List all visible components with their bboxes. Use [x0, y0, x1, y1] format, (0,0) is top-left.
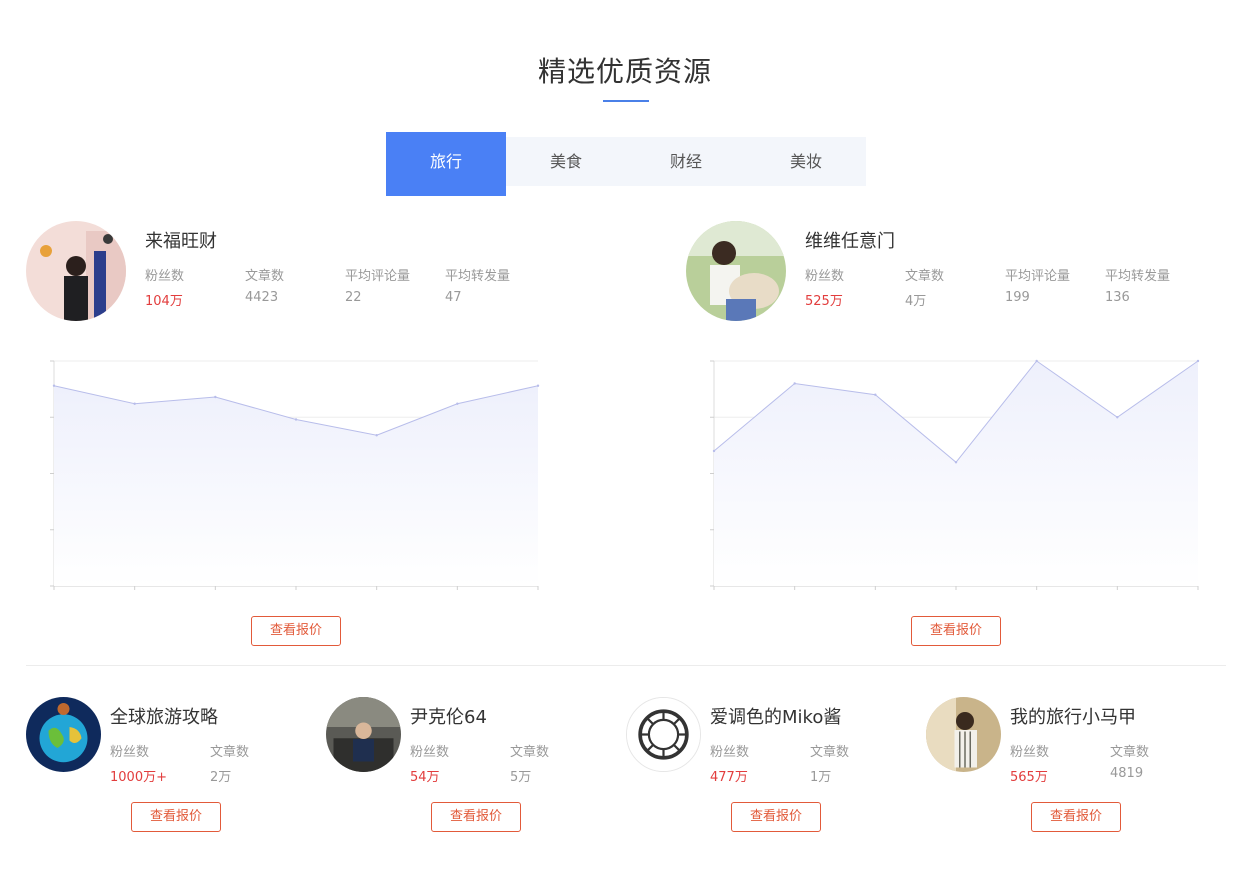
data-point: [294, 418, 298, 421]
fans-label: 粉丝数: [1010, 745, 1050, 760]
fans-value: 54万: [410, 770, 440, 785]
fans-label: 粉丝数: [710, 745, 750, 760]
divider: [26, 665, 1226, 666]
view-quote-button[interactable]: 查看报价: [251, 616, 341, 646]
section-title: 精选优质资源: [537, 55, 712, 88]
view-quote-button[interactable]: 查看报价: [431, 802, 521, 832]
avg-comments-value: 22: [345, 290, 362, 305]
view-quote-button[interactable]: 查看报价: [131, 802, 221, 832]
tab-finance[interactable]: 财经: [626, 137, 746, 186]
data-point: [456, 402, 459, 405]
category-tabs: 旅行 美食 财经 美妆: [386, 132, 866, 196]
articles-value: 4819: [1110, 766, 1144, 781]
tab-beauty[interactable]: 美妆: [746, 137, 866, 186]
view-quote-button[interactable]: 查看报价: [911, 616, 1001, 646]
data-point: [536, 384, 540, 387]
data-point: [133, 402, 136, 405]
series-area: [54, 385, 538, 586]
data-point: [1116, 416, 1119, 419]
fans-label: 粉丝数: [805, 269, 845, 284]
trend-chart: [710, 359, 1200, 590]
view-quote-button[interactable]: 查看报价: [731, 802, 821, 832]
fans-value: 104万: [145, 294, 183, 309]
fans-label: 粉丝数: [410, 745, 450, 760]
fans-value: 565万: [1010, 770, 1048, 785]
account-name[interactable]: 来福旺财: [145, 227, 217, 253]
avatar[interactable]: [26, 697, 101, 772]
fans-value: 1000万+: [110, 770, 167, 785]
avg-comments-label: 平均评论量: [345, 269, 411, 284]
articles-value: 2万: [210, 770, 232, 785]
avatar[interactable]: [626, 697, 701, 772]
articles-value: 5万: [510, 770, 532, 785]
avatar[interactable]: [326, 697, 401, 772]
avg-comments-label: 平均评论量: [1005, 269, 1071, 284]
data-point: [214, 395, 217, 399]
avg-shares-value: 47: [445, 290, 462, 305]
articles-label: 文章数: [810, 745, 850, 760]
avatar[interactable]: [686, 221, 786, 321]
avg-shares-label: 平均转发量: [1105, 269, 1171, 284]
data-point: [1035, 359, 1038, 363]
data-point: [954, 461, 958, 464]
data-point: [712, 449, 716, 453]
data-point: [874, 393, 877, 396]
articles-label: 文章数: [510, 745, 550, 760]
avatar[interactable]: [926, 697, 1001, 772]
articles-label: 文章数: [905, 269, 945, 284]
account-name[interactable]: 我的旅行小马甲: [1010, 703, 1136, 729]
articles-label: 文章数: [210, 745, 250, 760]
tab-travel[interactable]: 旅行: [386, 132, 506, 196]
series-area: [714, 361, 1198, 586]
title-underline: [603, 100, 649, 102]
articles-value: 4万: [905, 294, 927, 309]
avg-shares-value: 136: [1105, 290, 1130, 305]
articles-label: 文章数: [1110, 745, 1150, 760]
avatar[interactable]: [26, 221, 126, 321]
fans-value: 525万: [805, 294, 843, 309]
articles-label: 文章数: [245, 269, 285, 284]
view-quote-button[interactable]: 查看报价: [1031, 802, 1121, 832]
fans-label: 粉丝数: [145, 269, 185, 284]
articles-value: 1万: [810, 770, 832, 785]
account-name[interactable]: 全球旅游攻略: [110, 703, 218, 729]
avg-comments-value: 199: [1005, 290, 1030, 305]
avg-shares-label: 平均转发量: [445, 269, 511, 284]
fans-label: 粉丝数: [110, 745, 150, 760]
account-name[interactable]: 维维任意门: [805, 227, 895, 253]
articles-value: 4423: [245, 290, 279, 305]
fans-value: 477万: [710, 770, 748, 785]
account-name[interactable]: 尹克伦64: [410, 703, 487, 729]
data-point: [1196, 359, 1200, 363]
account-name[interactable]: 爱调色的Miko酱: [710, 703, 841, 729]
data-point: [375, 434, 378, 437]
tab-food[interactable]: 美食: [506, 137, 626, 186]
data-point: [52, 384, 56, 387]
data-point: [793, 382, 796, 385]
trend-chart: [50, 360, 540, 590]
